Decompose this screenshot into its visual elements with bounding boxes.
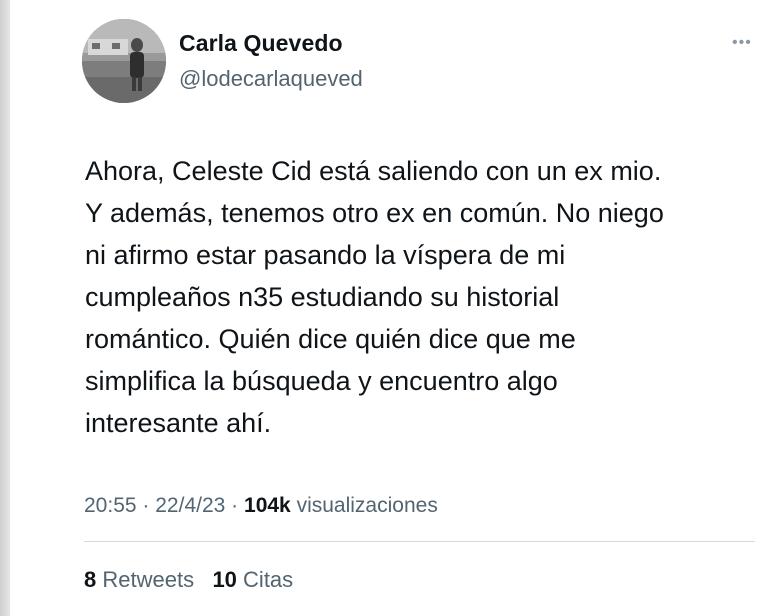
views-count: 104k	[244, 494, 291, 517]
retweets-label: Retweets	[102, 567, 195, 592]
tweet-date[interactable]: 22/4/23	[155, 494, 225, 517]
quotes-label: Citas	[243, 567, 294, 592]
tweet-text: Ahora, Celeste Cid está saliendo con un …	[85, 150, 765, 444]
avatar[interactable]	[82, 19, 166, 103]
tweet-text-line: ni afirmo estar pasando la víspera de mi	[85, 240, 566, 270]
quotes-stat[interactable]: 10 Citas	[212, 567, 293, 592]
tweet-text-line: Ahora, Celeste Cid está saliendo con un …	[85, 156, 662, 186]
retweets-count: 8	[84, 567, 97, 592]
tweet-card: Carla Quevedo @lodecarlaqueved ••• Ahora…	[10, 0, 767, 616]
tweet-text-line: romántico. Quién dice quién dice que me	[85, 324, 576, 354]
tweet-text-line: interesante ahí.	[85, 408, 272, 438]
tweet-text-line: cumpleaños n35 estudiando su historial	[85, 282, 560, 312]
quotes-count: 10	[212, 567, 237, 592]
tweet-text-line: simplifica la búsqueda y encuentro algo	[85, 366, 558, 396]
author-handle[interactable]: @lodecarlaqueved	[179, 66, 363, 92]
tweet-stats: 8 Retweets 10 Citas	[84, 567, 293, 593]
meta-separator: ·	[231, 494, 239, 517]
meta-separator: ·	[142, 494, 150, 517]
background-edge	[0, 0, 10, 616]
retweets-stat[interactable]: 8 Retweets	[84, 567, 194, 592]
author-display-name[interactable]: Carla Quevedo	[179, 30, 343, 57]
views-label: visualizaciones	[296, 494, 438, 517]
more-options-icon[interactable]: •••	[732, 34, 752, 52]
tweet-text-line: Y además, tenemos otro ex en común. No n…	[85, 198, 664, 228]
divider	[84, 541, 755, 542]
tweet-metadata: 20:55 · 22/4/23 · 104k visualizaciones	[84, 494, 438, 518]
tweet-time[interactable]: 20:55	[84, 494, 137, 517]
profile-photo-icon	[82, 19, 166, 103]
